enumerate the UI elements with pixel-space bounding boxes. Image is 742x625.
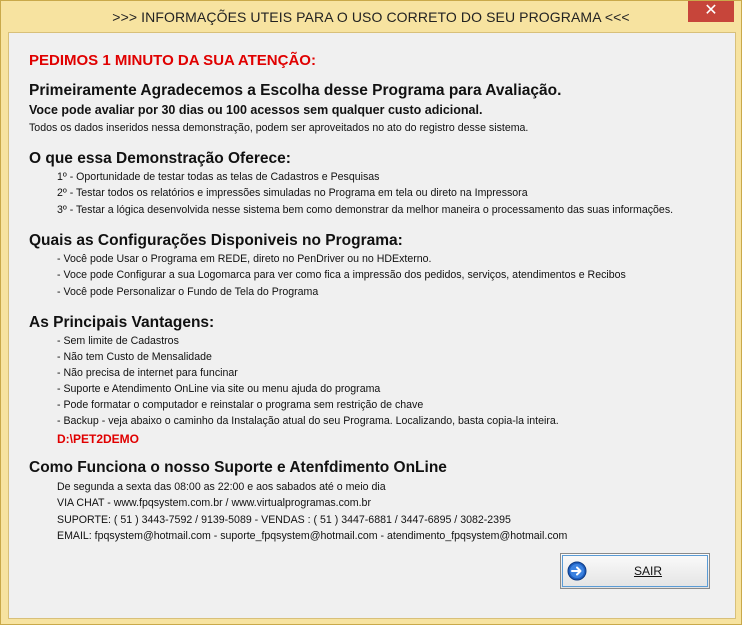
advantages-item: - Não precisa de internet para funcinar [57, 367, 238, 379]
advantages-heading: As Principais Vantagens: [29, 314, 215, 331]
advantages-item: - Pode formatar o computador e reinstala… [57, 399, 424, 411]
support-line: EMAIL: fpqsystem@hotmail.com - suporte_f… [57, 530, 568, 542]
advantages-item: - Sem limite de Cadastros [57, 335, 179, 347]
offers-item: 2º - Testar todos os relatórios e impres… [57, 187, 528, 199]
exit-button[interactable]: SAIR [560, 553, 710, 589]
install-path: D:\PET2DEMO [57, 432, 140, 446]
title-bar[interactable]: >>> INFORMAÇÕES UTEIS PARA O USO CORRETO… [1, 1, 741, 32]
advantages-item: - Suporte e Atendimento OnLine via site … [57, 383, 381, 395]
advantages-item: - Backup - veja abaixo o caminho da Inst… [57, 415, 559, 427]
offers-item: 3º - Testar a lógica desenvolvida nesse … [57, 204, 674, 216]
intro-subheading: Voce pode avaliar por 30 dias ou 100 ace… [29, 103, 483, 117]
close-button[interactable]: ✕ [688, 1, 734, 22]
info-dialog-window: >>> INFORMAÇÕES UTEIS PARA O USO CORRETO… [0, 0, 742, 625]
intro-note: Todos os dados inseridos nessa demonstra… [29, 122, 529, 134]
support-heading: Como Funciona o nosso Suporte e Atenfdim… [29, 459, 447, 476]
exit-button-label: SAIR [634, 564, 663, 578]
config-item: - Você pode Usar o Programa em REDE, dir… [57, 253, 432, 265]
config-item: - Você pode Personalizar o Fundo de Tela… [57, 286, 319, 298]
offers-item: 1º - Oportunidade de testar todas as tel… [57, 171, 380, 183]
intro-heading: Primeiramente Agradecemos a Escolha dess… [29, 82, 562, 99]
config-item: - Voce pode Configurar a sua Logomarca p… [57, 269, 626, 281]
close-icon: ✕ [704, 2, 718, 19]
offers-heading: O que essa Demonstração Oferece: [29, 150, 291, 167]
support-line: SUPORTE: ( 51 ) 3443-7592 / 9139-5089 - … [57, 514, 511, 526]
advantages-item: - Não tem Custo de Mensalidade [57, 351, 212, 363]
arrow-right-circle-icon [567, 561, 587, 581]
dialog-content-panel: PEDIMOS 1 MINUTO DA SUA ATENÇÃO: Primeir… [8, 32, 736, 619]
support-line: De segunda a sexta das 08:00 as 22:00 e … [57, 481, 386, 493]
attention-heading: PEDIMOS 1 MINUTO DA SUA ATENÇÃO: [29, 52, 316, 69]
support-line: VIA CHAT - www.fpqsystem.com.br / www.vi… [57, 497, 371, 509]
window-title: >>> INFORMAÇÕES UTEIS PARA O USO CORRETO… [112, 9, 630, 25]
config-heading: Quais as Configurações Disponiveis no Pr… [29, 232, 403, 249]
